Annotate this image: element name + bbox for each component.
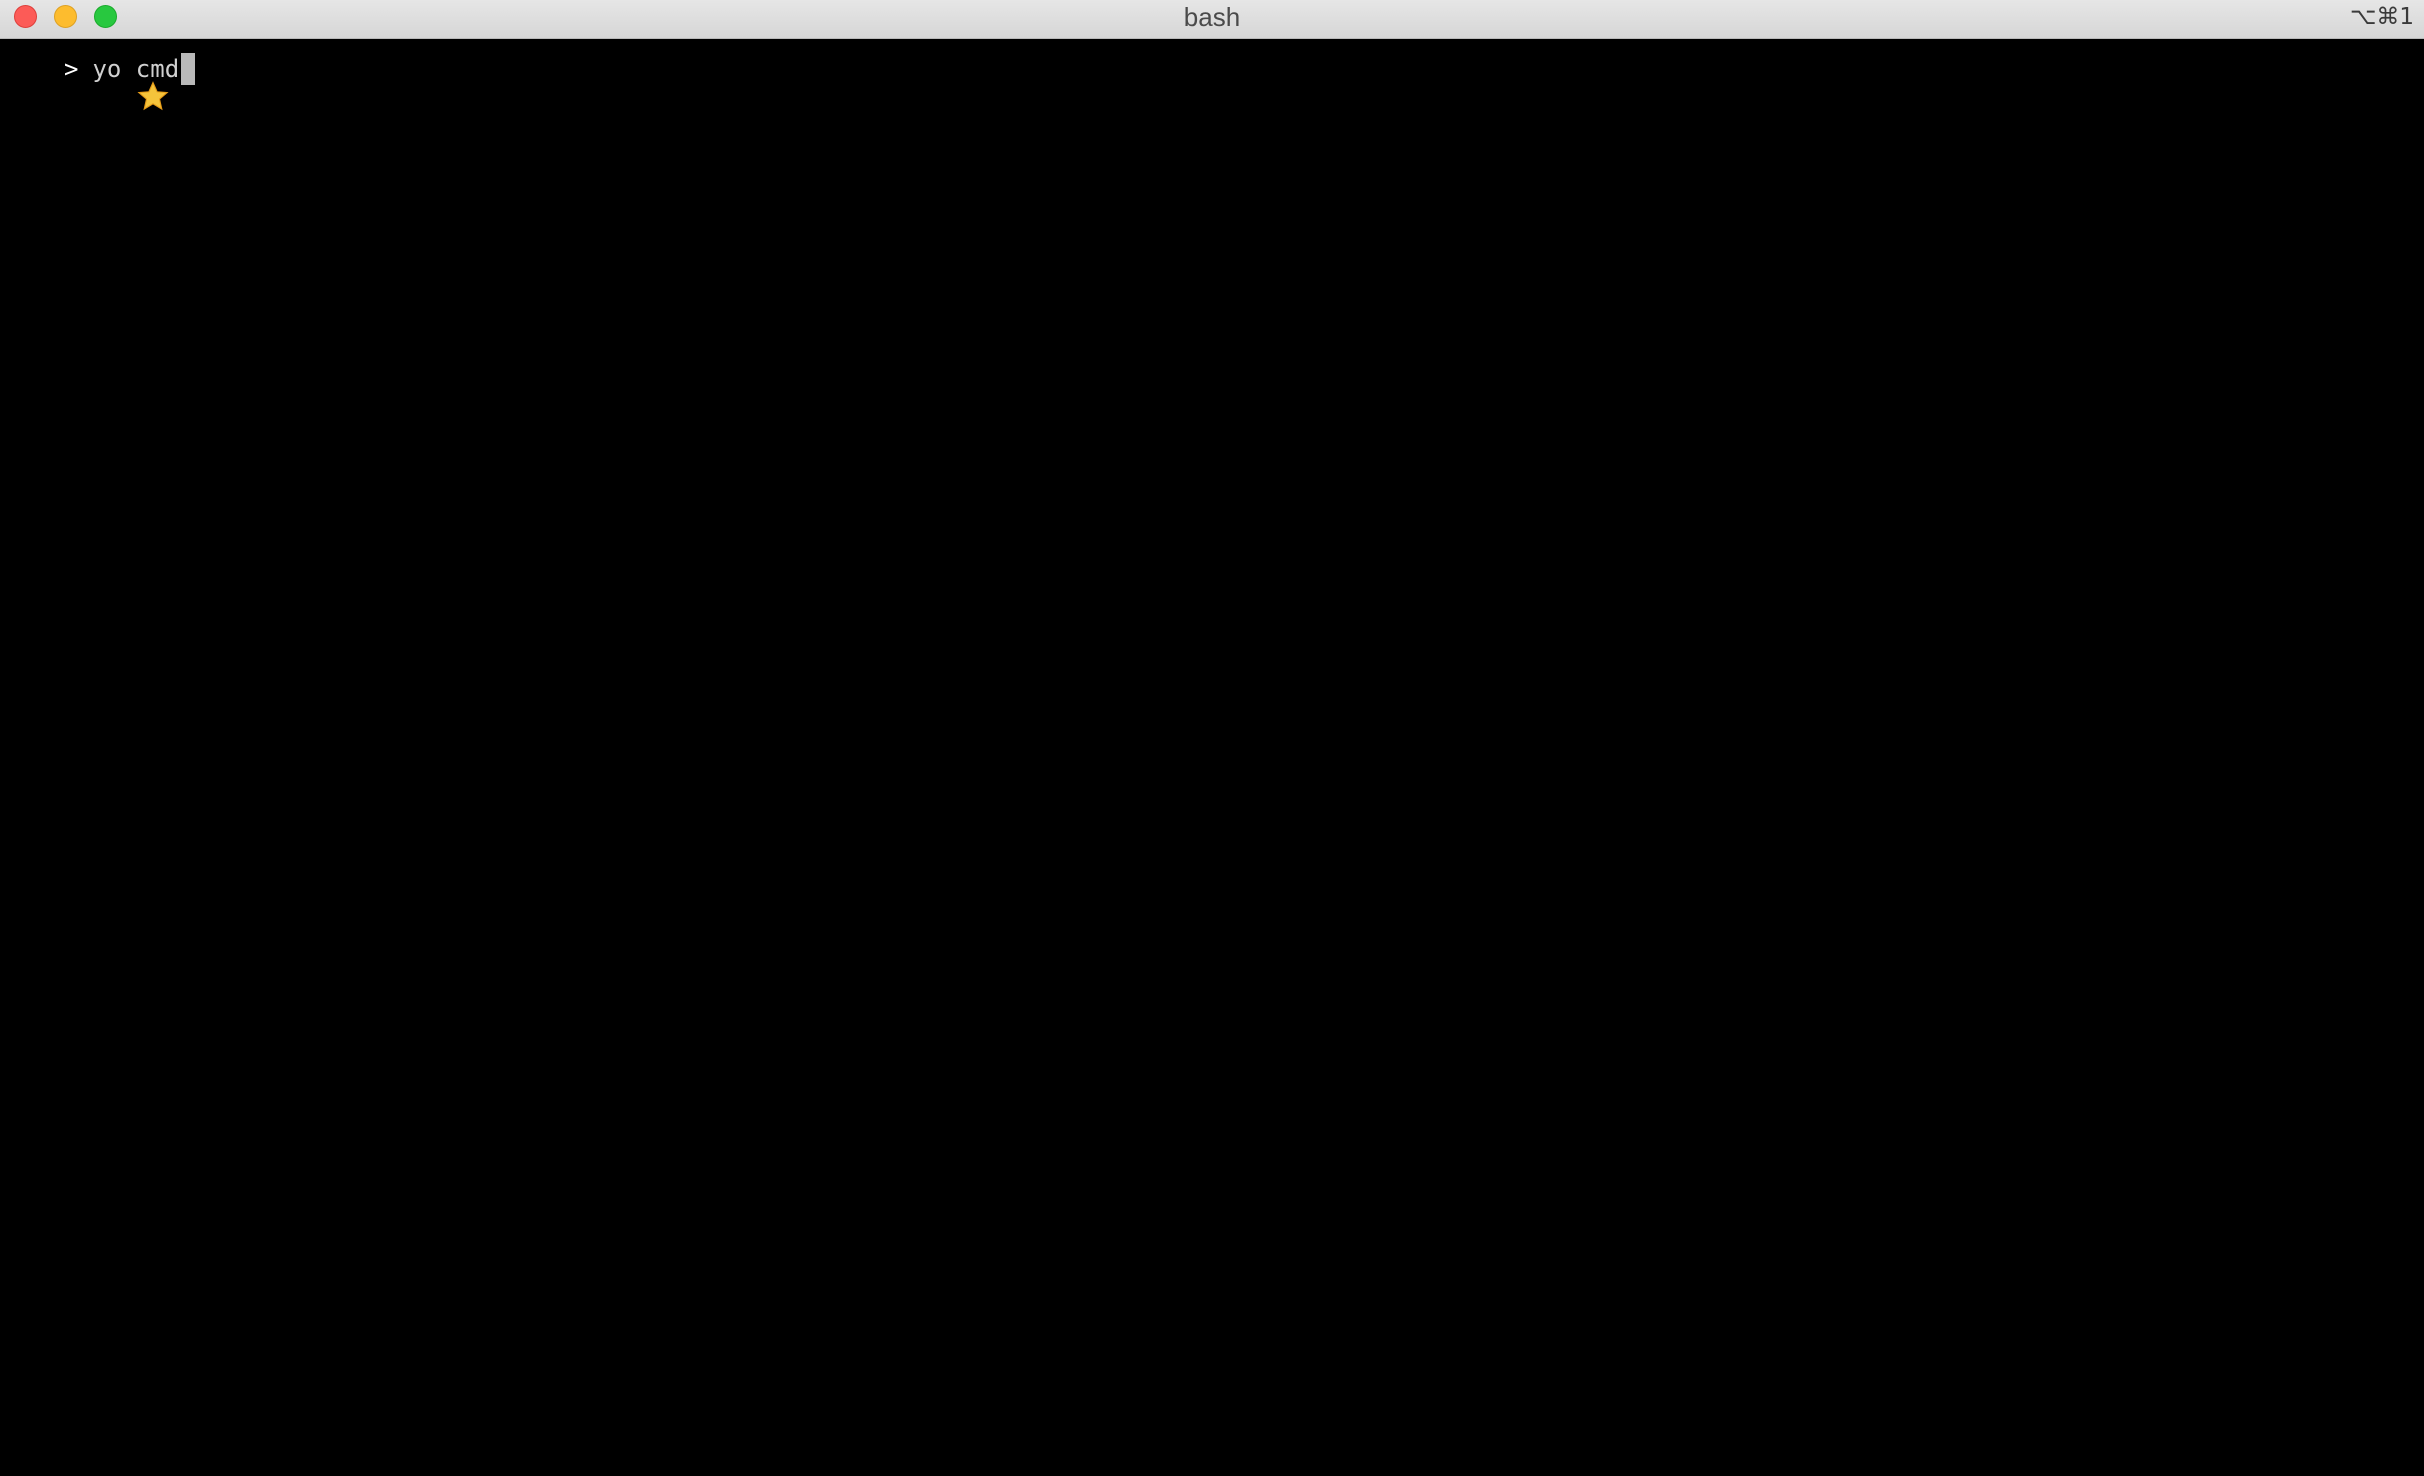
window-title: bash	[1183, 2, 1241, 32]
terminal-output[interactable]: > yo cmd	[0, 39, 2424, 1476]
text-cursor	[181, 53, 196, 85]
prompt-line[interactable]: > yo cmd	[20, 47, 196, 111]
tab-shortcut: ⌥⌘1	[2349, 4, 2414, 30]
terminal-window: bash ⌥⌘1 > yo cmd	[0, 0, 2424, 1476]
star-icon	[20, 52, 169, 111]
command-text: yo cmd	[92, 55, 180, 83]
prompt-symbol: >	[64, 55, 79, 83]
title-bar[interactable]: bash ⌥⌘1	[0, 0, 2424, 39]
